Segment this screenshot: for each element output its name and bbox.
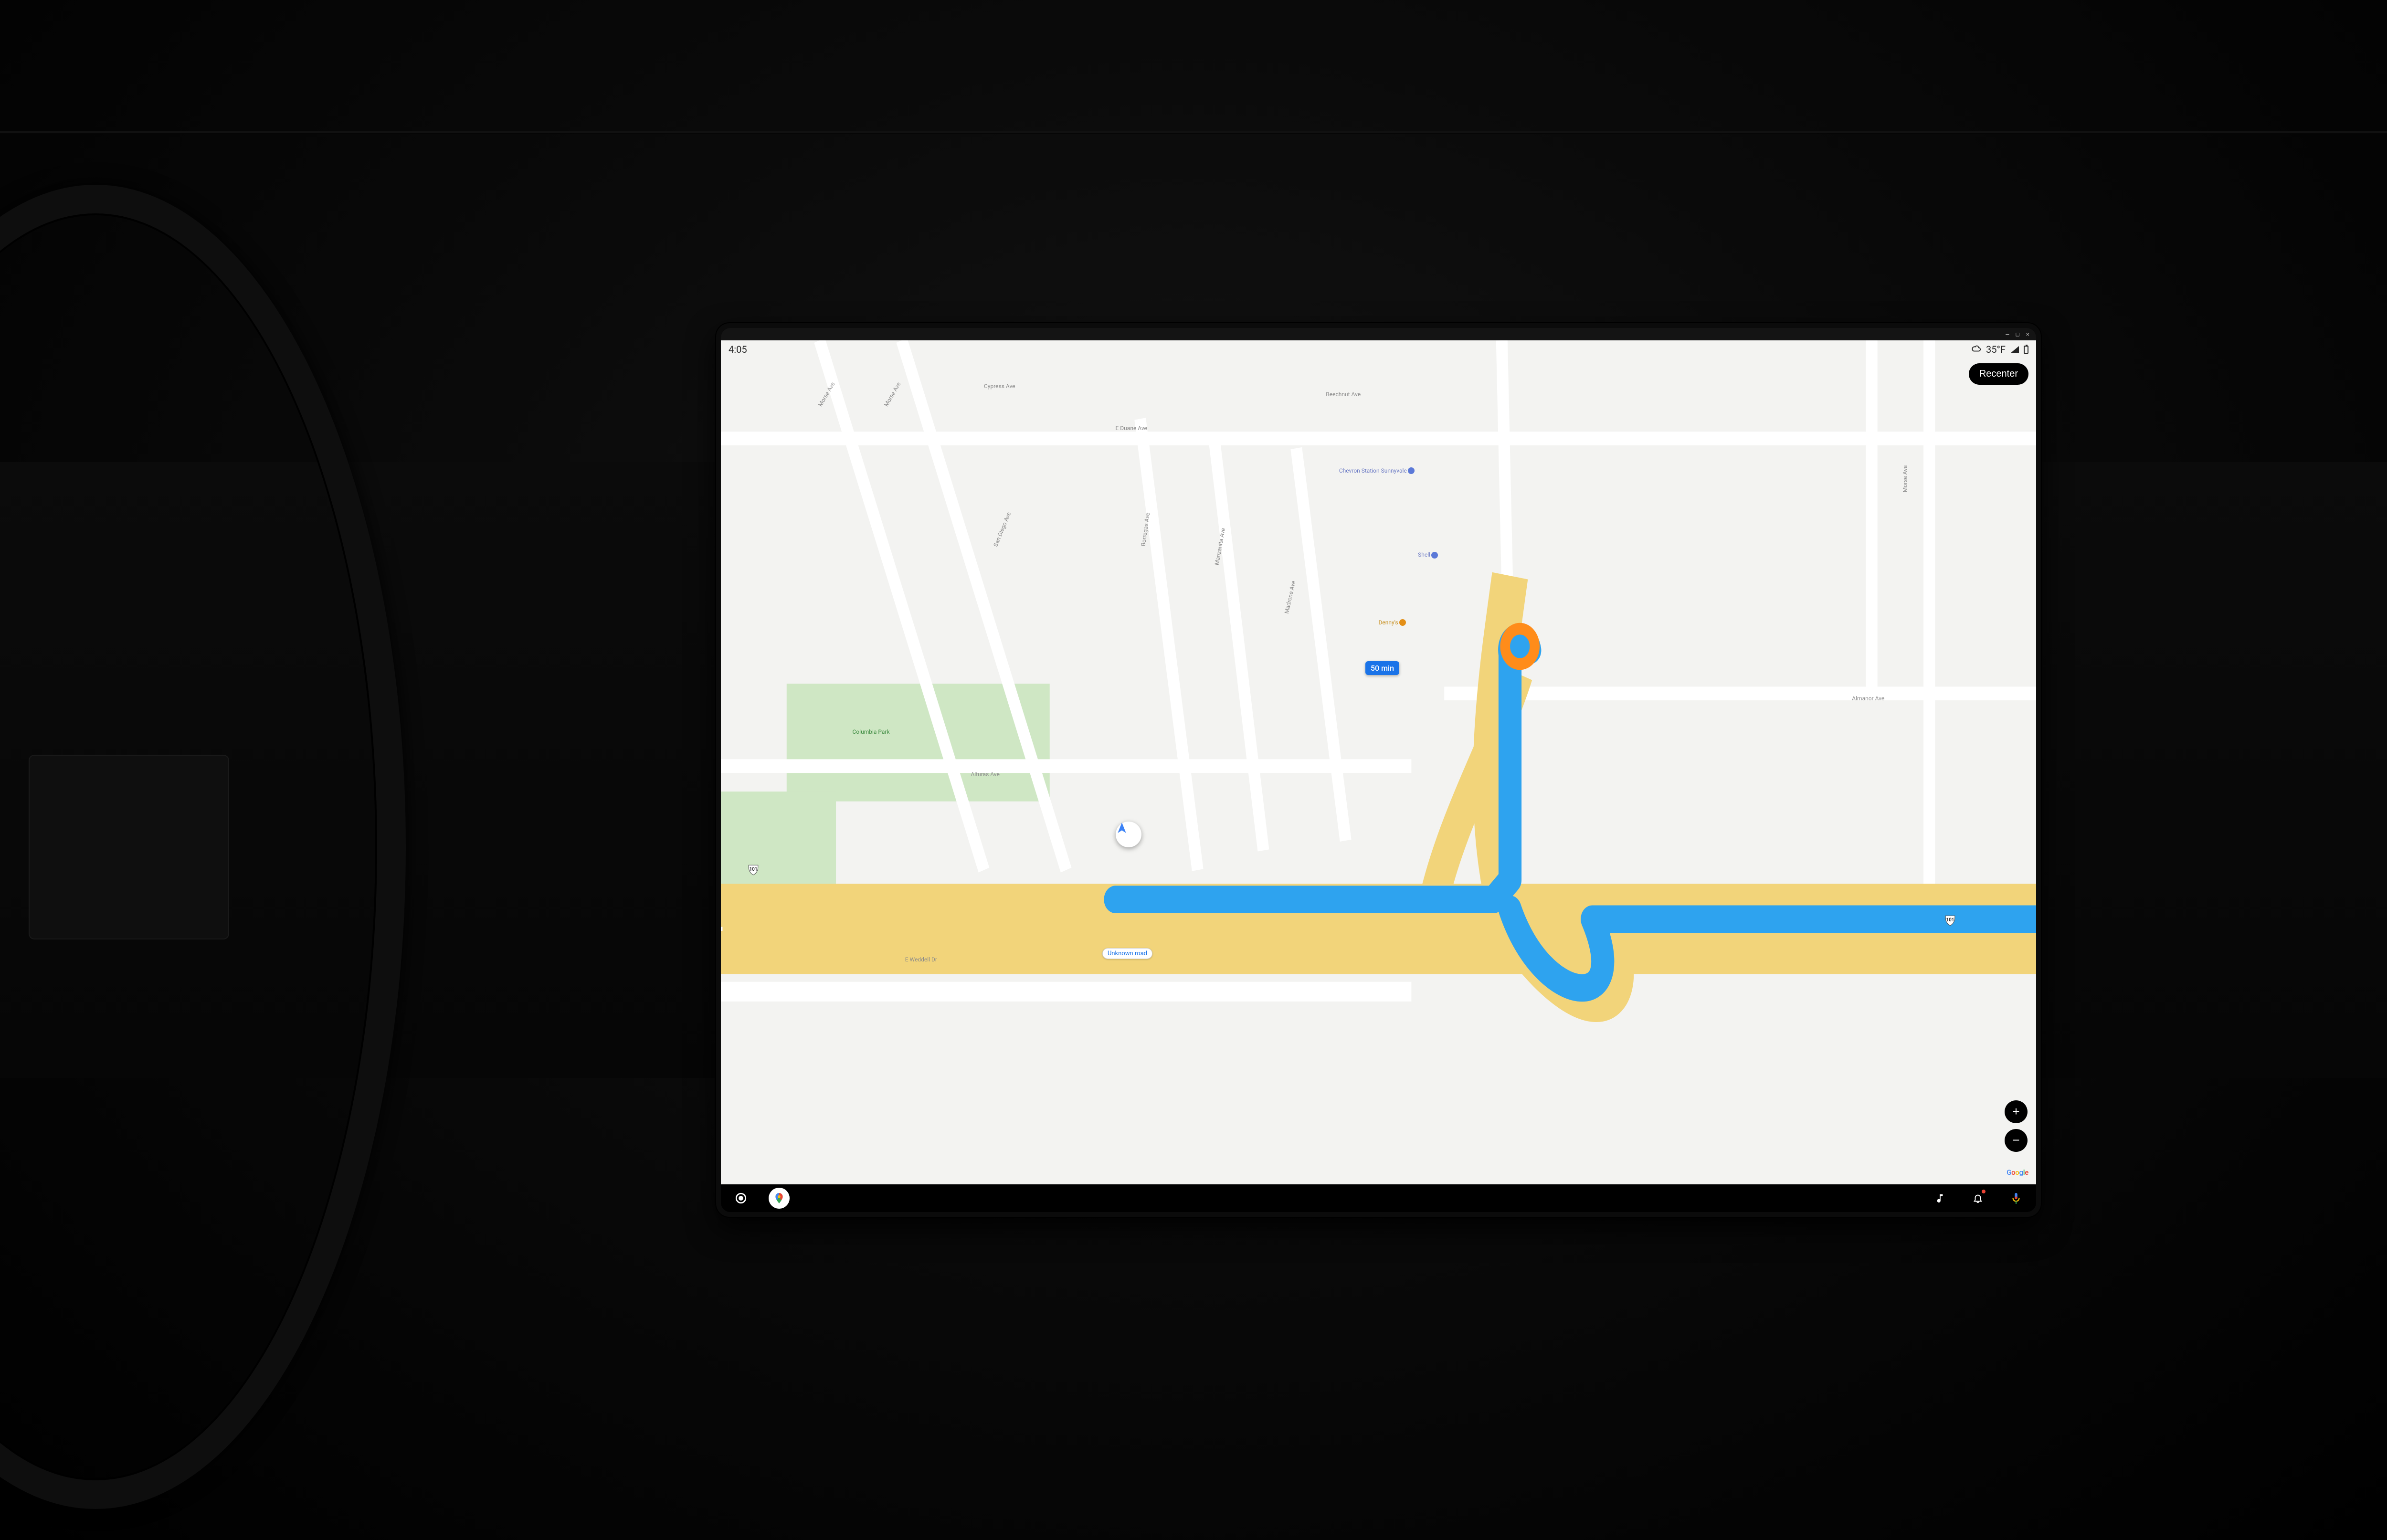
notifications-button[interactable]	[1967, 1188, 1988, 1209]
system-nav-bar	[721, 1184, 2036, 1212]
svg-text:101: 101	[750, 867, 758, 872]
google-attribution: Google	[2007, 1168, 2028, 1177]
assistant-button[interactable]	[2006, 1188, 2027, 1209]
highway-shield: 101	[1944, 914, 1956, 927]
infotainment-bezel: — □ ✕ 4:05 35°F	[716, 323, 2041, 1216]
street-label: Morse Ave	[1901, 465, 1908, 493]
minimize-button[interactable]: —	[2006, 331, 2009, 338]
window-titlebar: — □ ✕	[721, 328, 2036, 340]
notification-badge	[1982, 1190, 1986, 1193]
recenter-button[interactable]: Recenter	[1969, 363, 2028, 385]
eta-chip: 50 min	[1365, 661, 1399, 675]
map-canvas[interactable]: 101101 Morse AveMorse AveCypress AveE Du…	[721, 340, 2036, 1184]
svg-text:101: 101	[1946, 918, 1954, 923]
street-label: E Weddell Dr	[905, 956, 937, 963]
dashboard-top-edge	[0, 131, 2387, 134]
street-label: Beechnut Ave	[1326, 391, 1361, 398]
zoom-out-button[interactable]: −	[2005, 1129, 2028, 1152]
app-launcher-button[interactable]	[730, 1188, 751, 1209]
street-label: Almanor Ave	[1852, 695, 1884, 702]
current-road-chip: Unknown road	[1102, 948, 1152, 959]
street-label: E Duane Ave	[1116, 425, 1147, 432]
current-location-marker	[1116, 822, 1141, 847]
steering-wheel-controls	[29, 755, 229, 939]
highway-shield: 101	[747, 864, 760, 876]
close-button[interactable]: ✕	[2026, 331, 2029, 338]
zoom-in-button[interactable]: +	[2005, 1100, 2028, 1123]
street-label: Alturas Ave	[971, 771, 999, 778]
maps-app-button[interactable]	[769, 1188, 790, 1209]
maximize-button[interactable]: □	[2016, 331, 2019, 338]
media-button[interactable]	[1929, 1188, 1950, 1209]
poi-label: Columbia Park	[853, 728, 890, 735]
poi-label: Denny's	[1379, 619, 1406, 626]
poi-label: Shell	[1418, 551, 1438, 559]
infotainment-screen: — □ ✕ 4:05 35°F	[721, 328, 2036, 1212]
street-label: Cypress Ave	[984, 383, 1015, 390]
poi-label: Chevron Station Sunnyvale	[1339, 467, 1415, 475]
